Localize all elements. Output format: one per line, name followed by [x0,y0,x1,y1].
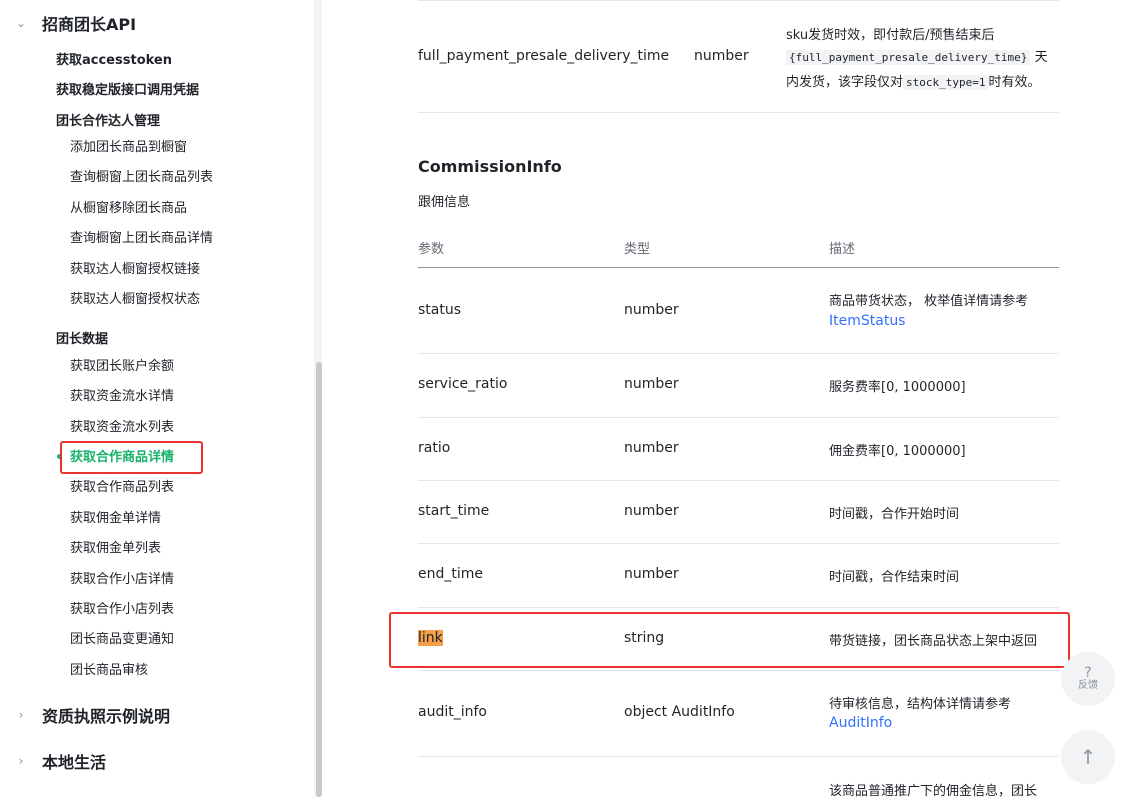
highlight-box [60,441,203,474]
table-row-divider [418,670,1059,671]
chevron-down-icon: ⌄ [15,16,27,30]
param-type: number [694,48,749,64]
inline-code: stock_type=1 [903,75,989,90]
param-type: number [624,376,679,392]
table-header-type: 类型 [624,242,651,257]
table-row-divider [418,353,1059,354]
item-status-link[interactable]: ItemStatus [829,313,905,329]
question-icon: ? [1084,665,1092,681]
param-type: number [624,566,679,582]
param-name: service_ratio [418,376,508,392]
feedback-label: 反馈 [1078,680,1098,691]
table-header-divider [418,267,1059,268]
sidebar-section-title: 团长合作达人管理 [56,114,161,129]
chevron-right-icon: › [18,708,24,722]
param-name: end_time [418,566,484,582]
sidebar-item[interactable]: 团长商品变更通知 [70,628,174,647]
sidebar-item[interactable]: 获取资金流水详情 [70,385,174,404]
param-desc: 服务费率[0, 1000000] [829,380,966,395]
param-desc: 时间戳，合作开始时间 [829,507,960,522]
nav-group-title: 本地生活 [42,753,107,772]
section-title: CommissionInfo [418,157,562,176]
sidebar-item[interactable]: 从橱窗移除团长商品 [70,197,187,216]
nav-group-zhaoshang-api[interactable]: ⌄ 招商团长API [0,8,136,38]
chevron-right-icon: › [18,754,24,768]
param-type: number [624,440,679,456]
desc-text: 天 [1034,50,1048,65]
nav-group-title: 招商团长API [42,15,137,34]
table-row-divider [418,480,1059,481]
param-desc-line: {full_payment_presale_delivery_time} 天 [786,46,1048,65]
sidebar-item-accesstoken[interactable]: 获取accesstoken [56,49,172,68]
table-row-divider [418,112,1059,113]
sidebar-item[interactable]: 获取合作小店详情 [70,568,174,587]
highlight-box [389,612,1070,668]
sidebar-item[interactable]: 获取达人橱窗授权状态 [70,288,200,307]
audit-info-link[interactable]: AuditInfo [829,715,892,731]
nav-group-title: 资质执照示例说明 [42,707,171,726]
param-name: full_payment_presale_delivery_time [418,48,670,64]
sidebar-item-stable-token[interactable]: 获取稳定版接口调用凭据 [56,79,199,98]
back-to-top-button[interactable]: ↑ [1061,730,1115,784]
sidebar-item[interactable]: 获取佣金单详情 [70,507,161,526]
param-name: ratio [418,440,451,456]
sidebar-item[interactable]: 查询橱窗上团长商品详情 [70,227,213,246]
sidebar-section-title: 团长数据 [56,332,109,347]
param-desc: 待审核信息，结构体详情请参考 [829,697,1012,712]
sidebar-item[interactable]: 获取团长账户余额 [70,355,174,374]
table-row-divider [418,543,1059,544]
param-desc: 时间戳，合作结束时间 [829,570,960,585]
sidebar-item[interactable]: 团长商品审核 [70,659,148,678]
sidebar-item[interactable]: 获取达人橱窗授权链接 [70,258,200,277]
param-desc: 佣金费率[0, 1000000] [829,444,966,459]
sidebar-item[interactable]: 获取合作商品列表 [70,476,174,495]
sidebar-scrollbar-thumb[interactable] [316,362,322,797]
param-name: status [418,302,462,318]
arrow-up-icon: ↑ [1079,745,1097,769]
nav-group-qualification[interactable]: › 资质执照示例说明 [0,700,170,730]
param-desc: 商品带货状态， 枚举值详情请参考 [829,294,1029,309]
param-type: object AuditInfo [624,704,735,720]
table-row-divider [418,0,1059,1]
sidebar-item[interactable]: 添加团长商品到橱窗 [70,136,187,155]
param-name: start_time [418,503,490,519]
feedback-button[interactable]: ? 反馈 [1061,652,1115,706]
table-row-divider [418,417,1059,418]
desc-text: 内发货，该字段仅对 [786,75,904,90]
nav-group-local-life[interactable]: › 本地生活 [0,746,106,776]
inline-code: {full_payment_presale_delivery_time} [786,50,1031,65]
sidebar-item[interactable]: 获取佣金单列表 [70,537,161,556]
table-header-desc: 描述 [829,242,856,257]
sidebar-item[interactable]: 获取资金流水列表 [70,416,174,435]
param-desc-line: 内发货，该字段仅对 stock_type=1 时有效。 [786,71,1041,90]
table-row-divider [418,756,1059,757]
param-desc: 该商品普通推广下的佣金信息，团长 [829,784,1038,797]
section-subtitle: 跟佣信息 [418,195,471,210]
sidebar-item[interactable]: 获取合作小店列表 [70,598,174,617]
param-desc-line: sku发货时效，即付款后/预售结束后 [786,28,995,43]
table-header-param: 参数 [418,242,445,257]
table-row-divider [418,607,1059,608]
param-type: number [624,302,679,318]
param-name: audit_info [418,704,487,720]
sidebar-nav: ⌄ 招商团长API 获取accesstoken 获取稳定版接口调用凭据 团长合作… [0,0,322,797]
param-type: number [624,503,679,519]
sidebar-item[interactable]: 查询橱窗上团长商品列表 [70,166,213,185]
desc-text: 时有效。 [988,75,1041,90]
